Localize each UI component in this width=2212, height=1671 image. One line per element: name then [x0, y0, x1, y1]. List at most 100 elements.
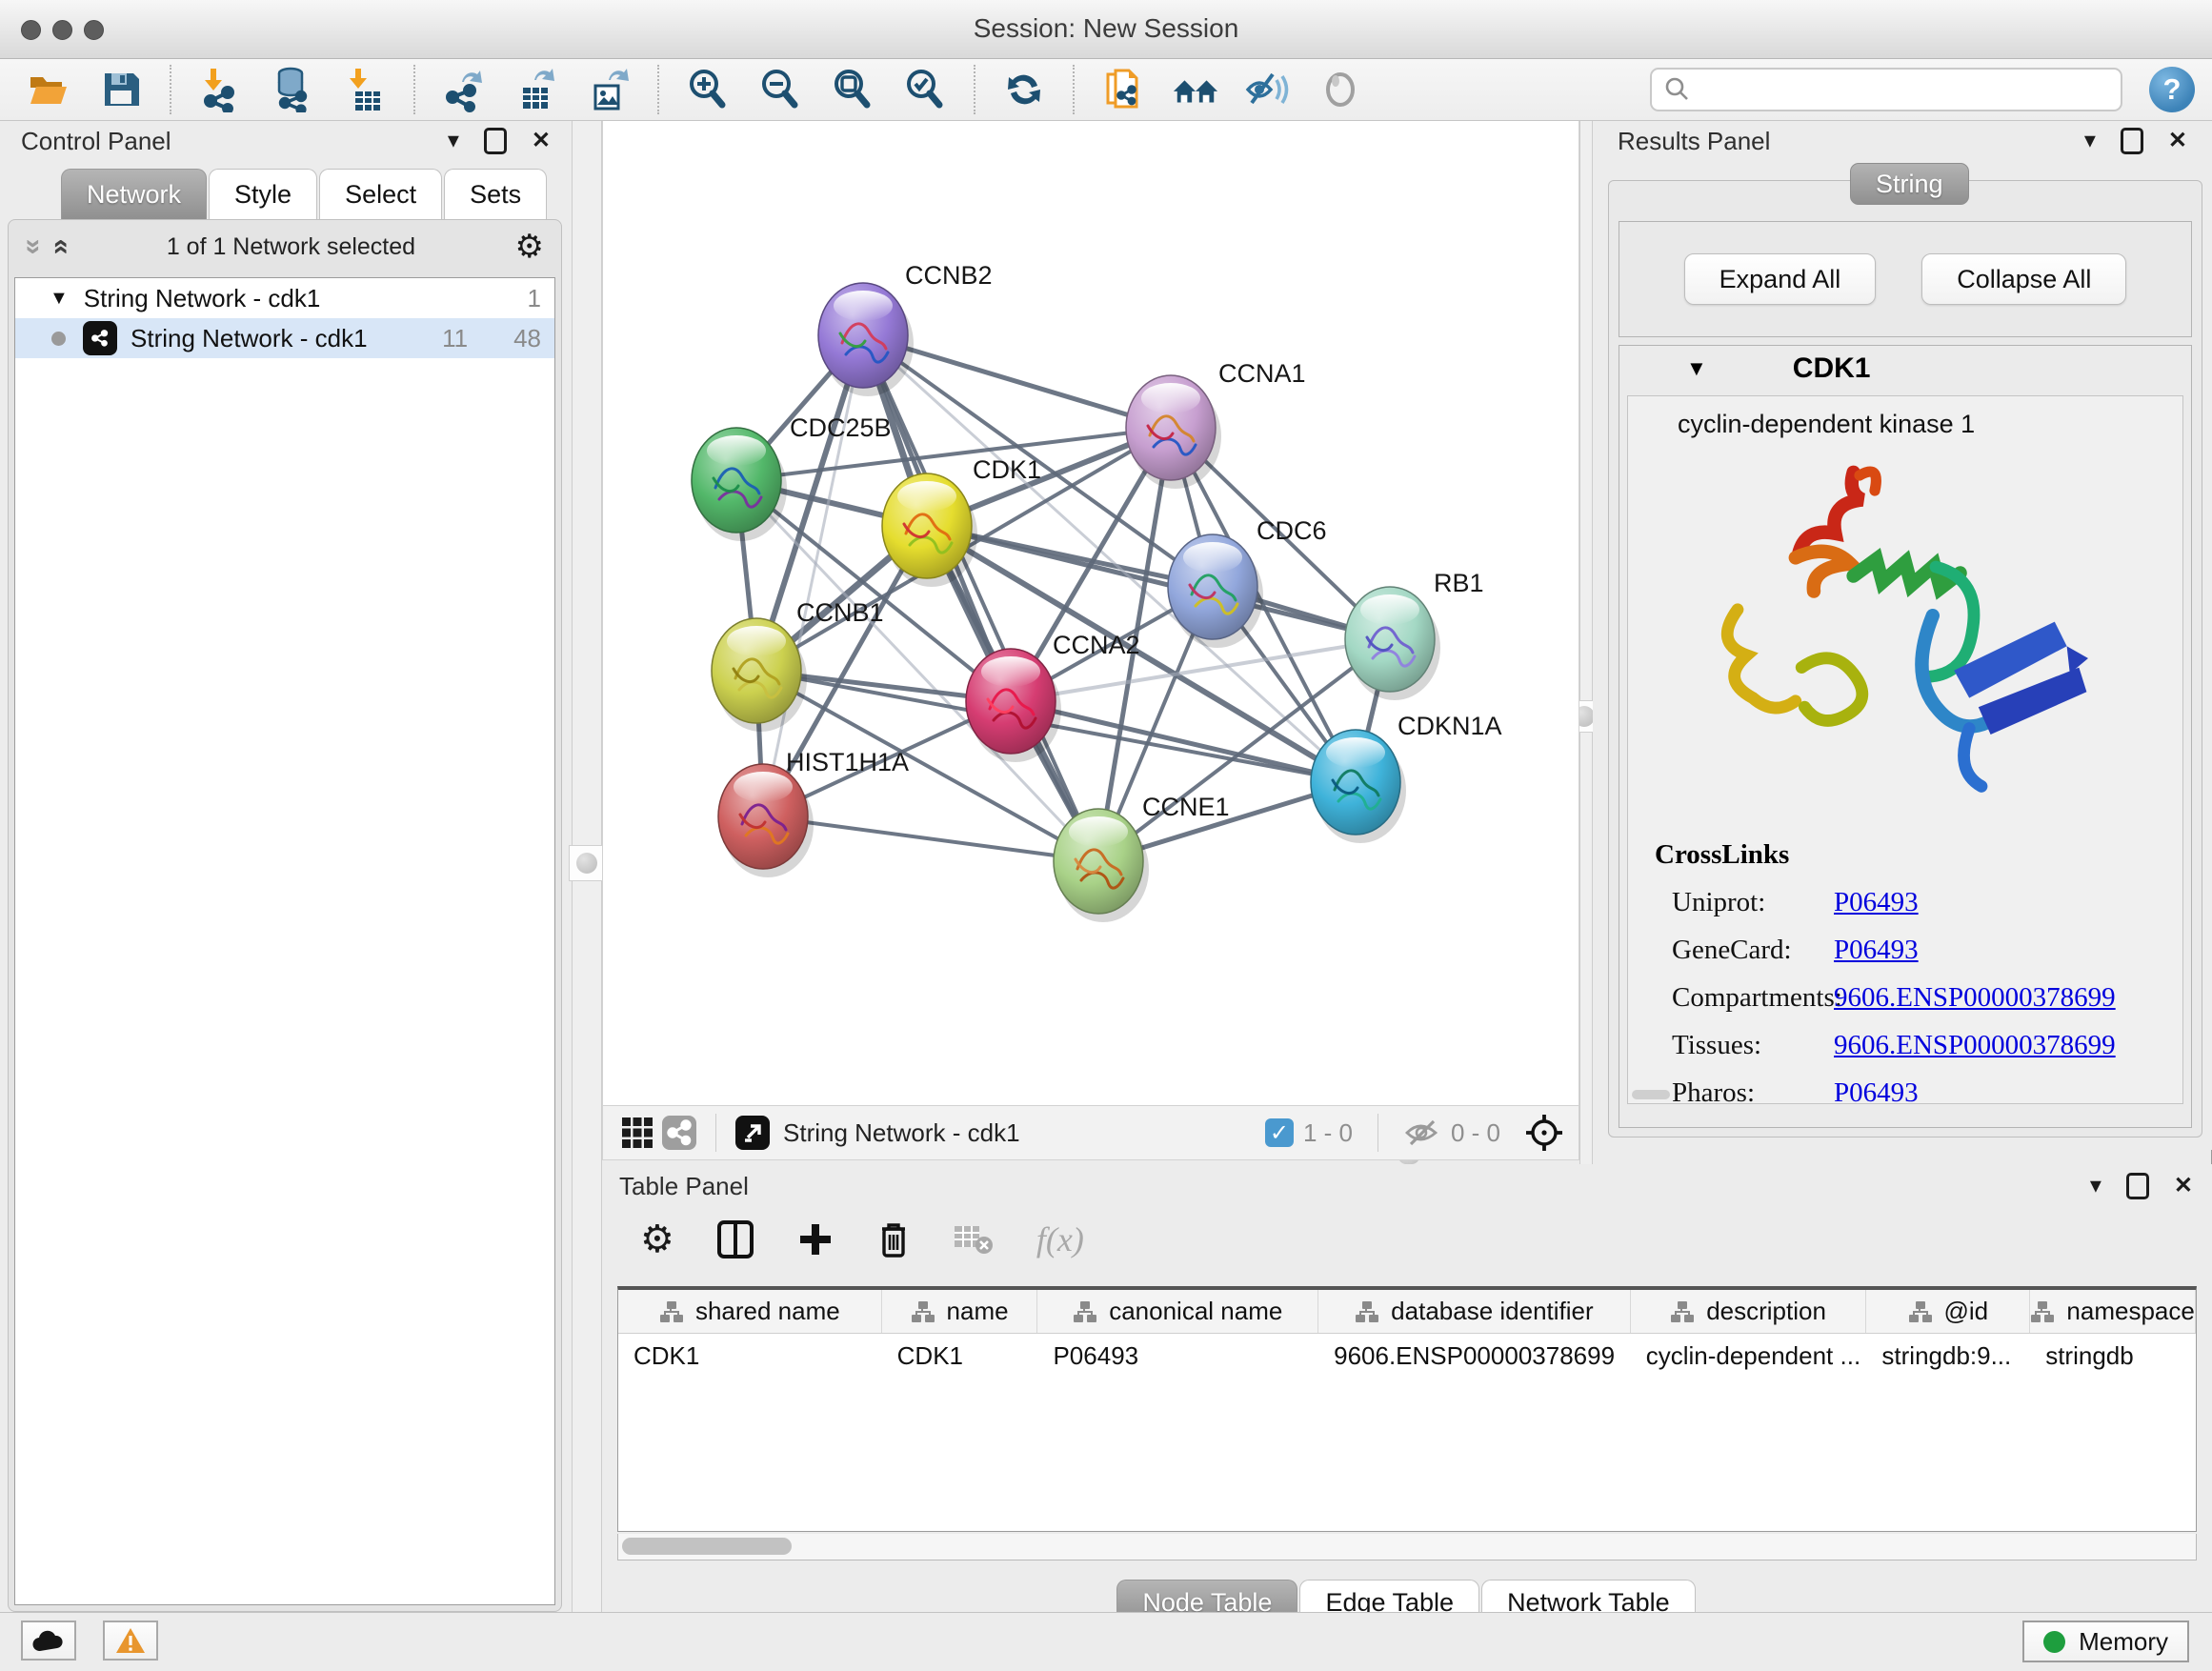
crosshair-icon[interactable]: [1523, 1112, 1565, 1154]
table-horizontal-scrollbar[interactable]: [617, 1534, 2197, 1560]
results-panel-float-icon[interactable]: [2121, 128, 2143, 154]
show-graphics-icon[interactable]: [1317, 66, 1364, 113]
memory-button[interactable]: Memory: [2022, 1621, 2189, 1662]
results-panel-close-icon[interactable]: ✕: [2168, 130, 2187, 152]
home-icon[interactable]: [1172, 66, 1219, 113]
status-bar: Memory: [0, 1612, 2212, 1671]
create-column-icon[interactable]: [796, 1220, 835, 1258]
import-network-file-icon[interactable]: [196, 66, 244, 113]
node-CCNB1[interactable]: CCNB1: [712, 598, 884, 732]
crosslink-link[interactable]: P06493: [1834, 887, 1919, 918]
expand-all-button[interactable]: Expand All: [1684, 253, 1877, 305]
node-CDKN1A[interactable]: CDKN1A: [1311, 712, 1502, 843]
tab-select[interactable]: Select: [319, 169, 442, 220]
crosslink-link[interactable]: P06493: [1834, 1077, 1919, 1104]
zoom-in-icon[interactable]: [684, 66, 732, 113]
network-options-gear-icon[interactable]: ⚙: [515, 231, 544, 263]
crosslink-link[interactable]: P06493: [1834, 935, 1919, 966]
node-table[interactable]: shared namenamecanonical namedatabase id…: [617, 1286, 2197, 1532]
open-session-icon[interactable]: [25, 66, 72, 113]
protein-structure-image: [1628, 445, 2182, 826]
expand-all-icon[interactable]: »: [43, 239, 75, 255]
import-network-database-icon[interactable]: [269, 66, 316, 113]
collapse-all-button[interactable]: Collapse All: [1921, 253, 2126, 305]
crosslink-link[interactable]: 9606.ENSP00000378699: [1834, 1030, 2116, 1061]
results-panel: Results Panel ▾ ✕ String Expand All Coll…: [1593, 121, 2212, 1150]
zoom-out-icon[interactable]: [756, 66, 804, 113]
table-cell[interactable]: cyclin-dependent ...: [1631, 1334, 1867, 1378]
column-header-database-identifier[interactable]: database identifier: [1318, 1290, 1631, 1333]
export-network-icon[interactable]: [440, 66, 488, 113]
collection-expand-icon[interactable]: ▼: [50, 288, 69, 310]
column-header--id[interactable]: @id: [1866, 1290, 2030, 1333]
tab-style[interactable]: Style: [209, 169, 317, 220]
cloud-button[interactable]: [21, 1621, 76, 1661]
collection-count: 1: [528, 284, 541, 313]
crosslink-row: Tissues:9606.ENSP00000378699: [1655, 1030, 2182, 1061]
network-row-selected[interactable]: String Network - cdk1 11 48: [15, 318, 554, 358]
crosslink-link[interactable]: 9606.ENSP00000378699: [1834, 982, 2116, 1014]
grid-view-icon[interactable]: [616, 1112, 658, 1154]
table-cell[interactable]: stringdb:9...: [1866, 1334, 2030, 1378]
network-collection-row[interactable]: ▼ String Network - cdk1 1: [15, 278, 554, 318]
node-label-CCNA2: CCNA2: [1053, 631, 1140, 659]
string-network-graph[interactable]: CCNB2CCNA1CDC25BCDK1CDC6RB1CCNB1CCNA2CDK…: [603, 121, 1579, 1103]
show-columns-icon[interactable]: [716, 1219, 754, 1259]
node-CDC6[interactable]: CDC6: [1168, 516, 1327, 648]
warnings-button[interactable]: [103, 1621, 158, 1661]
results-panel-menu-icon[interactable]: ▾: [2084, 130, 2096, 152]
results-horizontal-scrollbar[interactable]: [1632, 1090, 1670, 1099]
table-panel-close-icon[interactable]: ✕: [2174, 1175, 2193, 1198]
current-network-name: String Network - cdk1: [783, 1118, 1265, 1148]
export-table-icon[interactable]: [513, 66, 560, 113]
tab-sets[interactable]: Sets: [444, 169, 547, 220]
network-canvas[interactable]: CCNB2CCNA1CDC25BCDK1CDC6RB1CCNB1CCNA2CDK…: [602, 121, 1579, 1105]
hide-unhide-icon[interactable]: [1244, 66, 1292, 113]
table-cell[interactable]: P06493: [1037, 1334, 1318, 1378]
import-table-icon[interactable]: [341, 66, 389, 113]
toolbar-separator: [715, 1114, 716, 1152]
node-CCNB2[interactable]: CCNB2: [818, 261, 993, 396]
table-cell[interactable]: stringdb: [2030, 1334, 2196, 1378]
control-panel-close-icon[interactable]: ✕: [532, 130, 551, 152]
node-CCNE1[interactable]: CCNE1: [1054, 793, 1230, 922]
column-header-namespace[interactable]: namespace: [2030, 1290, 2196, 1333]
column-header-description[interactable]: description: [1631, 1290, 1867, 1333]
left-splitter-grip[interactable]: [569, 845, 605, 881]
save-session-icon[interactable]: [97, 66, 145, 113]
refresh-icon[interactable]: [1000, 66, 1048, 113]
column-header-shared-name[interactable]: shared name: [618, 1290, 882, 1333]
table-panel-float-icon[interactable]: [2126, 1173, 2149, 1199]
zoom-fit-icon[interactable]: [829, 66, 876, 113]
search-input[interactable]: [1692, 76, 2092, 104]
table-cell[interactable]: CDK1: [882, 1334, 1038, 1378]
delete-column-icon[interactable]: [876, 1219, 911, 1259]
column-header-name[interactable]: name: [882, 1290, 1038, 1333]
copy-network-icon[interactable]: [1099, 66, 1147, 113]
export-image-icon[interactable]: [585, 66, 633, 113]
zoom-selected-icon[interactable]: [901, 66, 949, 113]
table-panel-menu-icon[interactable]: ▾: [2090, 1175, 2101, 1198]
help-icon[interactable]: ?: [2149, 67, 2195, 112]
selected-nodes-checkbox-icon[interactable]: ✓: [1265, 1118, 1294, 1147]
search-box[interactable]: [1650, 68, 2122, 111]
node-RB1[interactable]: RB1: [1345, 569, 1484, 700]
node-CDC25B[interactable]: CDC25B: [692, 413, 892, 541]
scrollbar-thumb[interactable]: [622, 1538, 792, 1555]
gene-collapse-icon[interactable]: ▼: [1686, 356, 1707, 381]
control-panel-float-icon[interactable]: [484, 128, 507, 154]
table-options-gear-icon[interactable]: ⚙: [640, 1220, 674, 1258]
detach-view-icon[interactable]: [732, 1112, 774, 1154]
control-panel-menu-icon[interactable]: ▾: [448, 130, 459, 152]
left-splitter[interactable]: [572, 121, 602, 1612]
column-header-canonical-name[interactable]: canonical name: [1037, 1290, 1318, 1333]
table-cell[interactable]: CDK1: [618, 1334, 882, 1378]
tab-network[interactable]: Network: [61, 169, 207, 220]
node-HIST1H1A[interactable]: HIST1H1A: [718, 748, 909, 877]
node-CDK1[interactable]: CDK1: [882, 455, 1041, 587]
network-view-type-icon[interactable]: [658, 1112, 700, 1154]
cytoscape-window: { "window": { "title": "Session: New Ses…: [0, 0, 2212, 1671]
table-cell[interactable]: 9606.ENSP00000378699: [1318, 1334, 1631, 1378]
tab-string[interactable]: String: [1850, 163, 1969, 205]
table-row[interactable]: CDK1CDK1P064939606.ENSP00000378699cyclin…: [618, 1334, 2196, 1378]
